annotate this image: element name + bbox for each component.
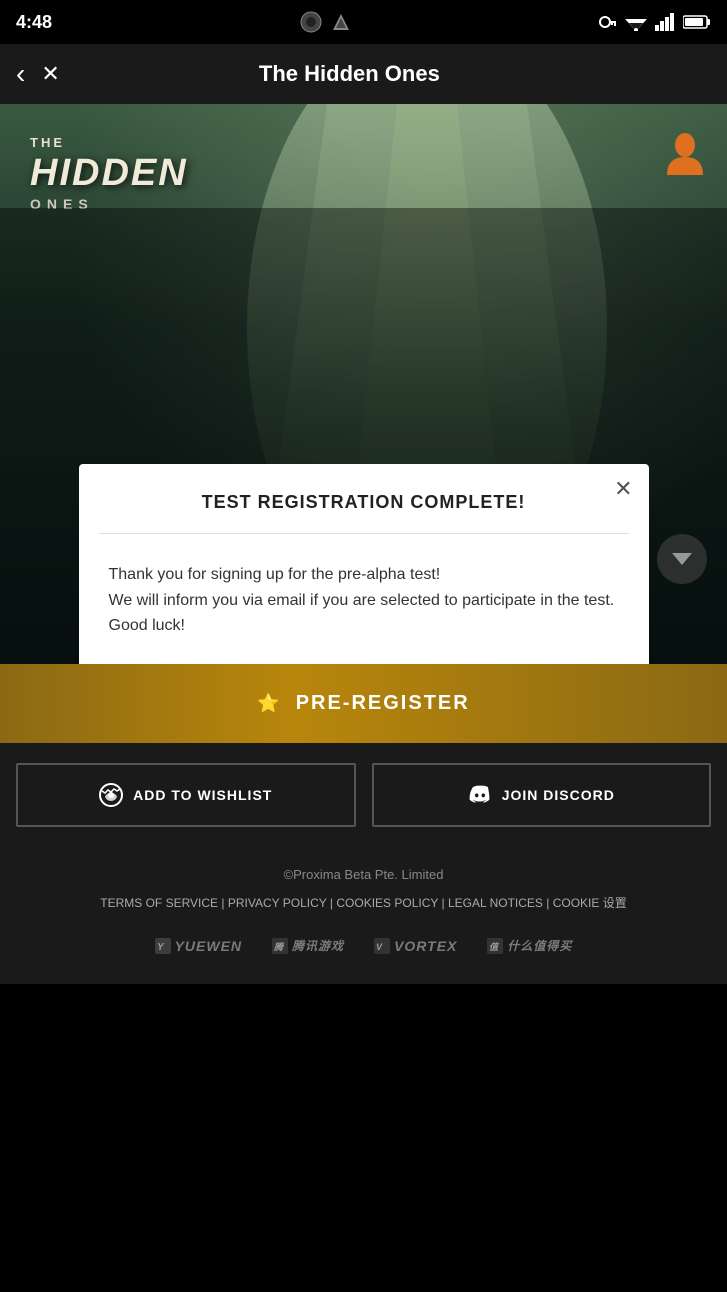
close-button[interactable]: ✕ — [41, 61, 59, 87]
wishlist-section: ADD TO WISHLIST JOIN DISCORD — [0, 743, 727, 847]
app-icon-2 — [330, 11, 352, 33]
logo-the: THE — [30, 134, 188, 152]
sponsor4-logo: 值 什么值得买 — [487, 937, 572, 954]
status-icons — [300, 11, 352, 33]
cookie-settings-link[interactable]: COOKIE 设置 — [553, 896, 627, 910]
legal-link[interactable]: LEGAL NOTICES — [448, 896, 543, 910]
footer-sponsors: Y YUEWEN 腾 腾讯游戏 V VORTEX 值 什么值得买 — [0, 927, 727, 984]
vortex-logo: V VORTEX — [374, 938, 457, 954]
app-icon-1 — [300, 11, 322, 33]
modal-title: TEST REGISTRATION COMPLETE! — [109, 492, 619, 513]
cookies-link[interactable]: COOKIES POLICY — [336, 896, 438, 910]
join-discord-button[interactable]: JOIN DISCORD — [372, 763, 712, 827]
footer-links: TERMS OF SERVICE | PRIVACY POLICY | COOK… — [0, 890, 727, 927]
sponsor2-logo: 腾 腾讯游戏 — [272, 937, 344, 954]
svg-text:V: V — [376, 942, 383, 952]
status-bar: 4:48 — [0, 0, 727, 44]
footer-copyright: ©Proxima Beta Pte. Limited — [0, 847, 727, 890]
modal-body: Thank you for signing up for the pre-alp… — [79, 542, 649, 659]
preregister-icon: ⭐ — [257, 693, 279, 714]
hero-image: THE HIDDEN ONES ✕ TEST REGISTRATION COMP… — [0, 104, 727, 664]
logo-hidden: HIDDEN — [30, 152, 188, 195]
svg-text:Y: Y — [157, 942, 165, 953]
discord-icon — [468, 783, 492, 807]
back-button[interactable]: ‹ — [16, 58, 25, 90]
privacy-link[interactable]: PRIVACY POLICY — [228, 896, 327, 910]
battery-icon — [683, 14, 711, 30]
game-logo: THE HIDDEN ONES — [30, 134, 188, 215]
svg-text:腾: 腾 — [273, 942, 285, 952]
page-title: The Hidden Ones — [76, 61, 623, 87]
steam-icon — [99, 783, 123, 807]
modal-header: TEST REGISTRATION COMPLETE! — [79, 464, 649, 525]
modal-close-x-button[interactable]: ✕ — [614, 476, 632, 502]
bottom-section: ⭐ PRE-REGISTER ADD TO WISHLIST JOIN DISC… — [0, 664, 727, 984]
wifi-icon — [625, 13, 647, 31]
wishlist-label: ADD TO WISHLIST — [133, 787, 272, 803]
status-time: 4:48 — [16, 12, 52, 33]
user-icon[interactable] — [663, 128, 707, 178]
preregister-label: PRE-REGISTER — [296, 692, 470, 715]
signal-icon — [655, 13, 675, 31]
nav-bar: ‹ ✕ The Hidden Ones — [0, 44, 727, 104]
svg-text:值: 值 — [489, 942, 500, 952]
discord-label: JOIN DISCORD — [502, 787, 615, 803]
modal-divider-top — [99, 533, 629, 534]
preregister-bar: ⭐ PRE-REGISTER — [0, 664, 727, 743]
terms-link[interactable]: TERMS OF SERVICE — [100, 896, 218, 910]
key-icon — [599, 13, 617, 31]
modal-dialog: ✕ TEST REGISTRATION COMPLETE! Thank you … — [79, 464, 649, 664]
status-right-icons — [599, 13, 711, 31]
yuewen-logo: Y YUEWEN — [155, 938, 242, 954]
add-to-wishlist-button[interactable]: ADD TO WISHLIST — [16, 763, 356, 827]
